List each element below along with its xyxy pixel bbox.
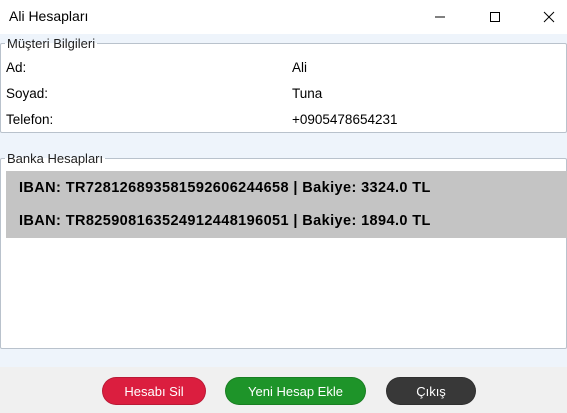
account-list-item[interactable]: IBAN: TR825908163524912448196051 | Bakiy…: [19, 213, 431, 229]
accounts-list[interactable]: IBAN: TR728126893581592606244658 | Bakiy…: [6, 171, 567, 238]
maximize-button[interactable]: [472, 0, 518, 34]
maximize-icon: [490, 12, 500, 22]
first-name-value: Ali: [292, 60, 308, 75]
customer-info-legend: Müşteri Bilgileri: [7, 36, 96, 51]
delete-account-button[interactable]: Hesabı Sil: [102, 377, 206, 405]
add-account-button[interactable]: Yeni Hesap Ekle: [225, 377, 366, 405]
window-title: Ali Hesapları: [9, 8, 89, 24]
minimize-button[interactable]: [417, 0, 463, 34]
title-bar: Ali Hesapları: [0, 0, 567, 34]
minimize-icon: [435, 16, 445, 18]
bank-accounts-legend: Banka Hesapları: [7, 151, 104, 166]
last-name-label: Soyad:: [6, 86, 49, 101]
close-button[interactable]: [526, 0, 567, 34]
customer-info-group: Müşteri Bilgileri: [0, 36, 567, 133]
exit-button[interactable]: Çıkış: [386, 377, 476, 405]
phone-label: Telefon:: [6, 112, 54, 127]
phone-value: +0905478654231: [292, 112, 398, 127]
account-list-item[interactable]: IBAN: TR728126893581592606244658 | Bakiy…: [19, 180, 431, 196]
first-name-label: Ad:: [6, 60, 27, 75]
close-icon: [543, 11, 555, 23]
last-name-value: Tuna: [292, 86, 323, 101]
